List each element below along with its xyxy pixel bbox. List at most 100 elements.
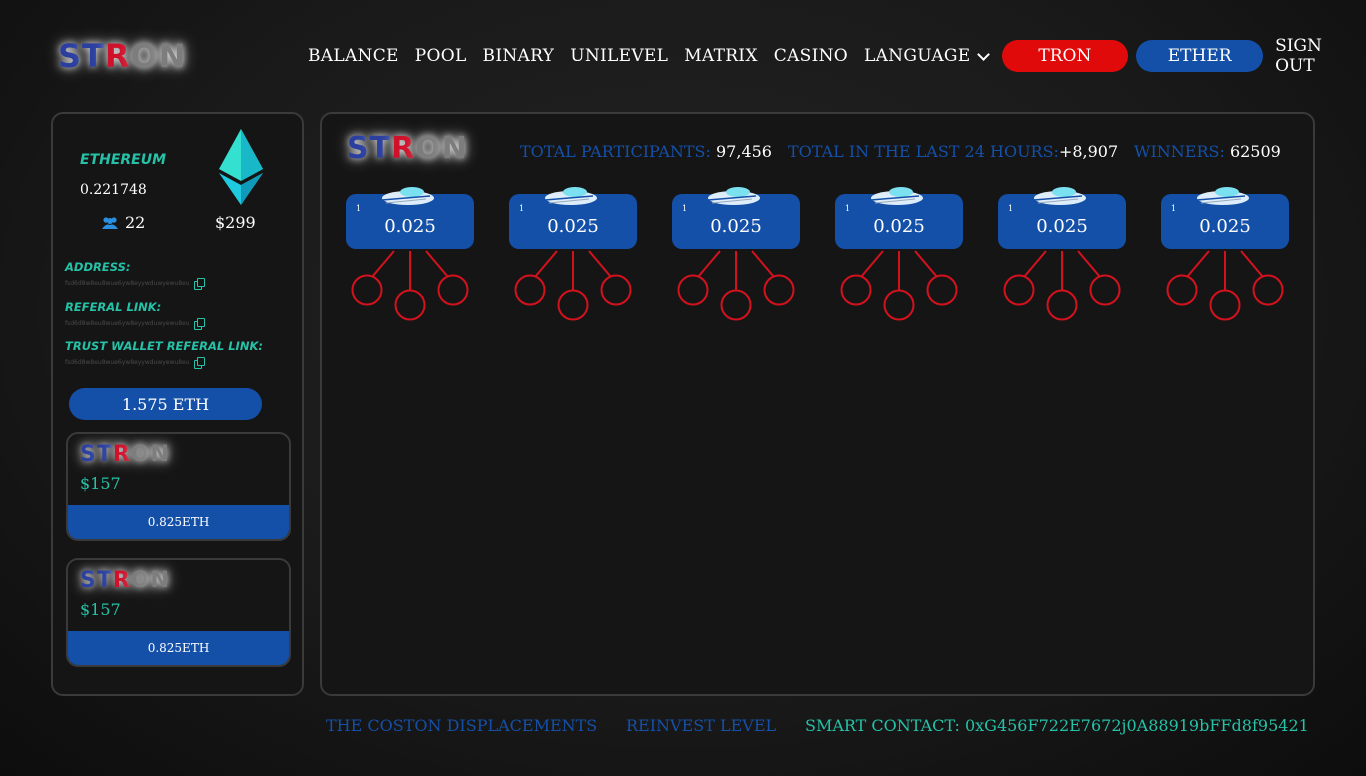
matrix-slot[interactable]: 1 0.025: [835, 182, 963, 322]
reward-card[interactable]: STRON $157 0.825ETH: [66, 558, 291, 667]
smart-contract-link[interactable]: SMART CONTACT: 0xG456F722E7672j0A88919bF…: [805, 716, 1309, 735]
matrix-slot[interactable]: 1 0.025: [509, 182, 637, 322]
logo-letter: N: [158, 37, 187, 75]
address-text: fsd6d8w8eu8wue6yw8eyywduwyewu8eu: [65, 280, 190, 287]
coin-name: ETHEREUM: [80, 152, 167, 168]
nav-binary[interactable]: BINARY: [483, 46, 555, 66]
referral-tree-icon: [840, 250, 958, 321]
nav-matrix[interactable]: MATRIX: [684, 46, 758, 66]
spaceship-icon: [1196, 187, 1249, 205]
copy-icon[interactable]: [193, 278, 205, 290]
balance-button[interactable]: 1.575 ETH: [69, 388, 262, 420]
logo-letter: O: [415, 131, 442, 166]
referral-tree-icon: [1003, 250, 1121, 321]
reward-eth: 0.825ETH: [68, 505, 289, 539]
stat-label: WINNERS:: [1134, 142, 1225, 161]
reward-card[interactable]: STRON $157 0.825ETH: [66, 432, 291, 541]
matrix-slot[interactable]: 1 0.025: [346, 182, 474, 322]
trust-referral-value: fsd6d8w8eu8wue6yw8eyywduwyewu8eu: [65, 357, 205, 369]
reward-usd: $157: [80, 600, 121, 619]
referral-tree-icon: [351, 250, 469, 321]
logo-letter: R: [104, 37, 131, 75]
logo-letter: R: [112, 568, 131, 593]
stat-label: TOTAL IN THE LAST 24 HOURS:: [788, 142, 1059, 161]
slot-price: 0.025: [384, 216, 436, 237]
referral-value: fsd6d8w8eu8wue6yw8eyywduwyewu8eu: [65, 318, 205, 330]
brand-logo: STRON: [347, 134, 468, 164]
referral-text: fsd6d8w8eu8wue6yw8eyywduwyewu8eu: [65, 320, 190, 327]
nav-casino[interactable]: CASINO: [774, 46, 848, 66]
brand-logo[interactable]: STRON: [58, 40, 187, 72]
address-label: ADDRESS:: [65, 260, 131, 274]
stat-participants: TOTAL PARTICIPANTS: 97,456: [520, 142, 772, 161]
slot-price: 0.025: [873, 216, 925, 237]
slot-level: 1: [519, 204, 525, 213]
tron-button[interactable]: TRON: [1001, 40, 1129, 72]
logo-letter: S: [80, 442, 97, 467]
matrix-slot[interactable]: 1 0.025: [1161, 182, 1289, 322]
users-icon: [102, 216, 118, 229]
brand-logo: STRON: [80, 570, 170, 592]
trust-referral-label: TRUST WALLET REFERAL LINK:: [65, 339, 263, 353]
stat-winners: WINNERS: 62509: [1134, 142, 1281, 161]
logo-letter: O: [130, 568, 151, 593]
referral-tree-icon: [514, 250, 632, 321]
language-dropdown[interactable]: LANGUAGE: [864, 46, 990, 66]
logo-letter: O: [130, 37, 159, 75]
nav-pool[interactable]: POOL: [415, 46, 467, 66]
nav-unilevel[interactable]: UNILEVEL: [570, 46, 668, 66]
logo-letter: O: [130, 442, 151, 467]
slot-price: 0.025: [547, 216, 599, 237]
displacements-link[interactable]: THE COSTON DISPLACEMENTS: [326, 716, 597, 735]
sign-out-link[interactable]: SIGN OUT: [1275, 36, 1366, 76]
copy-icon[interactable]: [193, 357, 205, 369]
slot-price: 0.025: [1036, 216, 1088, 237]
top-nav: BALANCE POOL BINARY UNILEVEL MATRIX CASI…: [308, 36, 1366, 76]
stat-value: +8,907: [1058, 142, 1119, 161]
logo-letter: R: [112, 442, 131, 467]
slot-price: 0.025: [710, 216, 762, 237]
language-label: LANGUAGE: [864, 46, 971, 66]
trust-referral-text: fsd6d8w8eu8wue6yw8eyywduwyewu8eu: [65, 359, 190, 366]
logo-letter: N: [150, 568, 170, 593]
slot-level: 1: [1008, 204, 1014, 213]
coin-amount: 0.221748: [80, 182, 147, 198]
logo-letter: R: [391, 131, 416, 166]
matrix-panel: STRON TOTAL PARTICIPANTS: 97,456 TOTAL I…: [320, 112, 1315, 696]
matrix-slot[interactable]: 1 0.025: [998, 182, 1126, 322]
spaceship-icon: [544, 187, 597, 205]
spaceship-icon: [381, 187, 434, 205]
user-count: 22: [101, 213, 145, 232]
spaceship-icon: [1033, 187, 1086, 205]
slot-level: 1: [682, 204, 688, 213]
reinvest-level-link[interactable]: REINVEST LEVEL: [626, 716, 776, 735]
user-count-value: 22: [125, 213, 146, 232]
referral-label: REFERAL LINK:: [65, 300, 162, 314]
stat-last-24-hours: TOTAL IN THE LAST 24 HOURS:+8,907: [788, 142, 1118, 161]
logo-letter: T: [96, 442, 113, 467]
brand-logo: STRON: [80, 444, 170, 466]
stat-value: 62509: [1229, 142, 1281, 161]
logo-letter: T: [82, 37, 105, 75]
logo-letter: N: [441, 131, 468, 166]
referral-tree-icon: [1166, 250, 1284, 321]
stat-value: 97,456: [716, 142, 772, 161]
stat-label: TOTAL PARTICIPANTS:: [520, 142, 711, 161]
logo-letter: S: [80, 568, 97, 593]
reward-eth: 0.825ETH: [68, 631, 289, 665]
wallet-panel: ETHEREUM 0.221748 22 $299 ADDRESS: fsd6d…: [51, 112, 304, 696]
logo-letter: T: [96, 568, 113, 593]
reward-usd: $157: [80, 474, 121, 493]
matrix-slot[interactable]: 1 0.025: [672, 182, 800, 322]
referral-tree-icon: [677, 250, 795, 321]
spaceship-icon: [870, 187, 923, 205]
logo-letter: S: [347, 131, 370, 166]
ether-button[interactable]: ETHER: [1136, 40, 1264, 72]
nav-balance[interactable]: BALANCE: [308, 46, 399, 66]
chevron-down-icon: [976, 47, 990, 61]
slot-level: 1: [356, 204, 362, 213]
logo-letter: S: [58, 37, 83, 75]
slot-level: 1: [845, 204, 851, 213]
slot-level: 1: [1171, 204, 1177, 213]
copy-icon[interactable]: [193, 318, 205, 330]
